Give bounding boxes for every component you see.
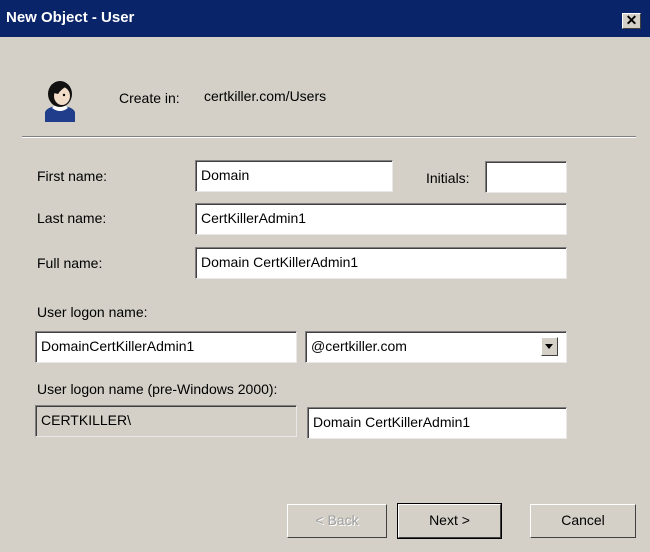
domain-select-value: @certkiller.com [311, 338, 407, 354]
chevron-down-icon [545, 344, 553, 349]
pre2000-logon-field[interactable]: Domain CertKillerAdmin1 [307, 407, 567, 439]
pre2000-label: User logon name (pre-Windows 2000): [37, 381, 278, 397]
user-icon [40, 76, 80, 122]
full-name-label: Full name: [37, 255, 103, 271]
close-icon: ✕ [625, 12, 638, 28]
first-name-label: First name: [37, 168, 108, 184]
separator [22, 136, 636, 138]
first-name-field[interactable]: Domain [195, 160, 393, 192]
next-button[interactable]: Next > [397, 503, 502, 539]
back-button[interactable]: < Back [287, 504, 387, 538]
pre2000-domain-prefix: CERTKILLER\ [35, 405, 297, 437]
user-logon-field[interactable]: DomainCertKillerAdmin1 [35, 331, 297, 363]
create-in-value: certkiller.com/Users [204, 88, 327, 104]
domain-select[interactable]: @certkiller.com [305, 331, 567, 363]
last-name-field[interactable]: CertKillerAdmin1 [195, 203, 567, 235]
cancel-button[interactable]: Cancel [530, 504, 636, 538]
back-button-label: < Back [315, 512, 359, 528]
initials-field[interactable] [485, 161, 567, 193]
window-title: New Object - User [6, 9, 135, 26]
title-bar[interactable]: New Object - User ✕ [0, 0, 650, 37]
close-button[interactable]: ✕ [622, 13, 641, 29]
create-in-label: Create in: [119, 90, 180, 106]
domain-dropdown-button[interactable] [541, 337, 558, 356]
initials-label: Initials: [426, 170, 470, 186]
next-button-label: Next > [429, 512, 470, 528]
cancel-button-label: Cancel [561, 512, 605, 528]
full-name-field[interactable]: Domain CertKillerAdmin1 [195, 247, 567, 279]
user-logon-label: User logon name: [37, 304, 148, 320]
last-name-label: Last name: [37, 210, 107, 226]
